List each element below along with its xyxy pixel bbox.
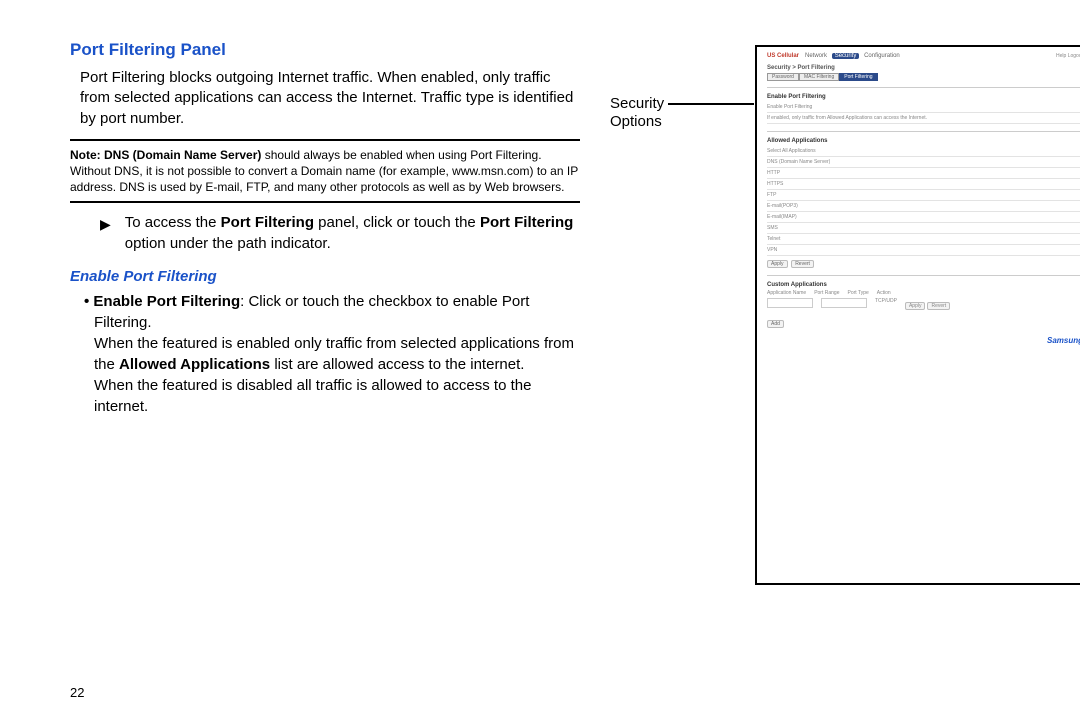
bullet-dot-icon: •	[84, 293, 93, 310]
divider	[70, 139, 580, 141]
step-text: To access the Port Filtering panel, clic…	[125, 213, 580, 254]
page-number: 22	[70, 685, 84, 700]
step-item: ▶ To access the Port Filtering panel, cl…	[100, 213, 580, 254]
section-heading: Port Filtering Panel	[70, 40, 580, 60]
subheading: Enable Port Filtering	[70, 268, 580, 285]
app-name-input	[767, 298, 813, 308]
port-range-input	[821, 298, 867, 308]
add-button: Add	[767, 320, 784, 328]
breadcrumb: Security > Port Filtering	[767, 65, 1080, 71]
custom-apps-panel: Custom Applications Application Name Por…	[767, 275, 1080, 349]
screenshot-figure: US Cellular Network Security Configurati…	[755, 45, 1080, 585]
screenshot-topbar: US Cellular Network Security Configurati…	[767, 53, 1080, 59]
intro-paragraph: Port Filtering blocks outgoing Internet …	[80, 68, 580, 129]
divider	[70, 201, 580, 203]
triangle-bullet-icon: ▶	[100, 215, 111, 256]
callout-label: Security Options	[610, 95, 664, 131]
callout-leader-line	[668, 103, 754, 105]
top-nav: Network Security Configuration	[805, 53, 903, 59]
allowed-apps-panel: Allowed Applications Select All Applicat…	[767, 131, 1080, 272]
bullet-item: • Enable Port Filtering: Click or touch …	[84, 291, 580, 417]
note-paragraph: Note: DNS (Domain Name Server) should al…	[70, 147, 580, 196]
note-bold: DNS (Domain Name Server)	[104, 148, 261, 162]
filter-tabs: Password MAC Filtering Port Filtering	[767, 73, 1080, 81]
brand-logo: Samsung	[767, 336, 1080, 345]
apply-button: Apply	[767, 260, 788, 268]
enable-panel: Enable Port Filtering Enable Port Filter…	[767, 87, 1080, 128]
help-logout: Help Logout	[1056, 53, 1080, 59]
carrier-logo: US Cellular	[767, 53, 799, 59]
note-label: Note:	[70, 148, 104, 162]
revert-button: Revert	[791, 260, 814, 268]
